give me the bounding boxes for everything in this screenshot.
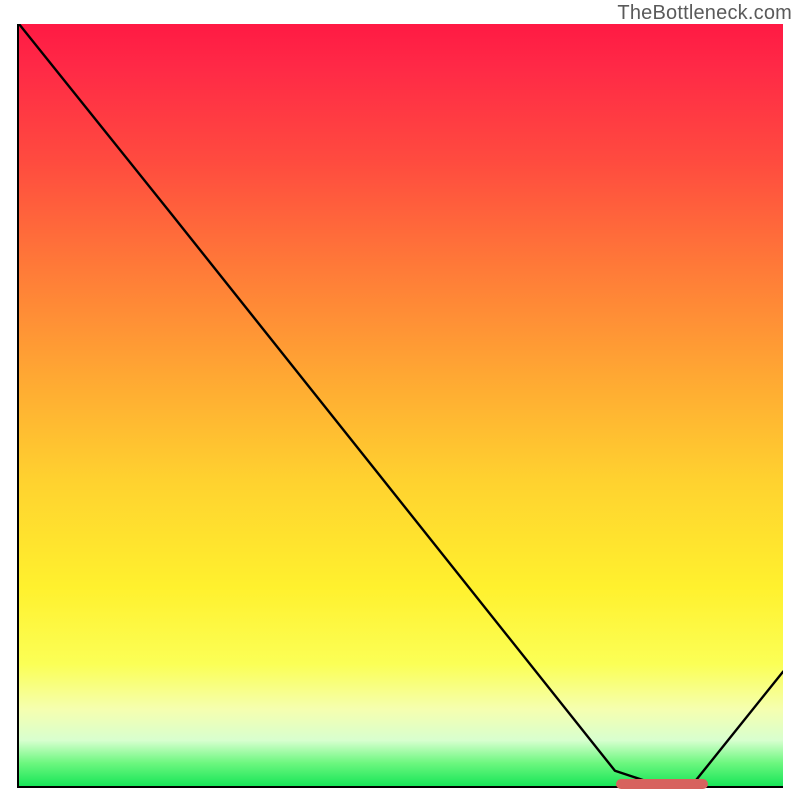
optimal-range-marker [616, 779, 708, 789]
watermark-text: TheBottleneck.com [617, 2, 792, 25]
bottleneck-curve [19, 24, 783, 786]
plot-area [17, 24, 783, 788]
chart-frame: TheBottleneck.com [0, 0, 800, 800]
